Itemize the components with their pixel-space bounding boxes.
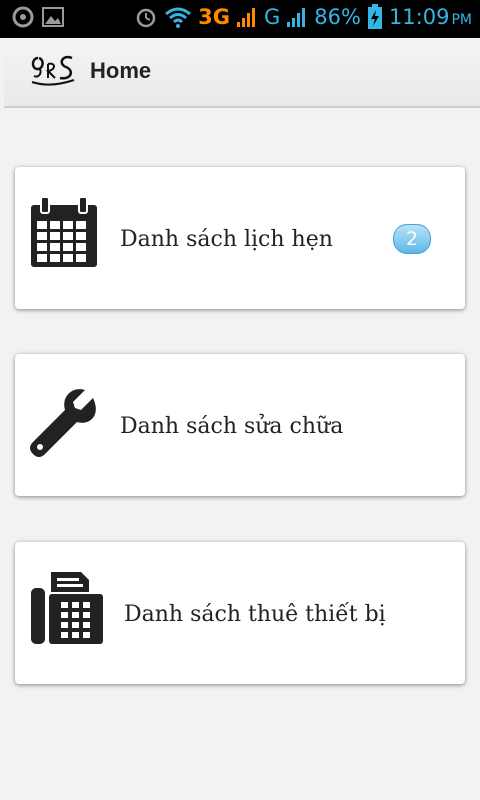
clock-ampm: PM <box>451 12 472 28</box>
image-icon <box>42 7 64 27</box>
menu-item-label: Danh sách sửa chữa <box>120 414 344 439</box>
menu-item-label: Danh sách thuê thiết bị <box>124 602 386 627</box>
notification-badge: 2 <box>393 224 431 254</box>
menu-item-appointments[interactable]: Danh sách lịch hẹn 2 <box>15 167 465 309</box>
clock-time: 11:09 <box>388 5 450 29</box>
signal-bars-blue-icon <box>287 8 306 27</box>
battery-charging-icon <box>367 4 382 29</box>
menu-item-label: Danh sách lịch hẹn <box>120 227 333 252</box>
alarm-icon <box>136 8 156 28</box>
status-left-icons <box>12 6 64 28</box>
menu-item-equipment-rental[interactable]: Danh sách thuê thiết bị <box>15 542 465 684</box>
menu-item-repairs[interactable]: Danh sách sửa chữa <box>15 354 465 496</box>
wifi-icon <box>165 7 192 28</box>
action-bar: Home <box>4 38 480 108</box>
battery-percent: 86% <box>314 5 361 29</box>
status-bar: 3G G 86% 11:09 PM <box>0 0 480 38</box>
network-type-label-2: G <box>263 5 281 29</box>
signal-bars-orange-icon <box>236 8 255 27</box>
network-type-label: 3G <box>198 5 230 29</box>
calendar-icon <box>31 197 97 267</box>
status-right-icons: 3G G 86% 11:09 PM <box>134 4 472 30</box>
app-logo-icon[interactable] <box>28 52 78 88</box>
page-title: Home <box>90 58 152 83</box>
sync-icon <box>12 6 34 28</box>
wrench-icon <box>30 389 96 457</box>
fax-icon <box>31 572 103 644</box>
